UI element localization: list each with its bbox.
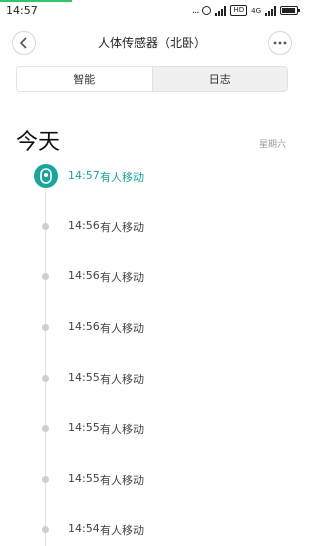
log-time: 14:54 (68, 522, 100, 535)
log-event: 有人移动 (100, 221, 144, 234)
timeline-dot (42, 375, 49, 382)
log-event: 有人移动 (100, 524, 144, 537)
tab-log[interactable]: 日志 (151, 67, 287, 91)
status-time: 14:57 (6, 4, 38, 17)
log-time: 14:55 (68, 371, 100, 384)
weekday-label: 星期六 (258, 140, 286, 150)
log-entry[interactable]: 14:56 有人移动 (0, 267, 304, 287)
log-time: 14:56 (68, 219, 100, 232)
day-heading: 今天 (16, 130, 61, 155)
log-time: 14:55 (68, 472, 100, 485)
log-time: 14:56 (68, 320, 100, 333)
timeline-dot (42, 223, 49, 230)
log-entry[interactable]: 14:55 有人移动 (0, 470, 304, 490)
status-bar: 14:57 ... HD 4G (0, 0, 304, 22)
log-entry[interactable]: 14:55 有人移动 (0, 369, 304, 389)
timeline-dot (42, 425, 49, 432)
chevron-left-icon (19, 37, 27, 49)
timeline-dot (42, 273, 49, 280)
timeline-dot (42, 324, 49, 331)
signal-icon (215, 5, 227, 16)
log-entry[interactable]: 14:54 有人移动 (0, 520, 304, 540)
log-entry[interactable]: 14:56 有人移动 (0, 318, 304, 338)
log-event: 有人移动 (100, 271, 144, 284)
more-button[interactable] (268, 31, 292, 55)
log-entry[interactable]: 14:56 有人移动 (0, 217, 304, 237)
status-dots: ... (191, 5, 199, 16)
log-event: 有人移动 (100, 171, 144, 184)
timeline-dot (42, 476, 49, 483)
timeline-dot (42, 526, 49, 533)
alarm-clock-icon (202, 6, 212, 15)
nav-bar: 人体传感器（北卧） (0, 22, 304, 62)
signal-icon-2 (265, 5, 276, 16)
log-time: 14:56 (68, 269, 100, 282)
battery-icon (280, 6, 300, 15)
log-time: 14:57 (68, 169, 100, 182)
hd-badge: HD (230, 5, 248, 16)
log-event: 有人移动 (100, 373, 144, 386)
log-time: 14:55 (68, 421, 100, 434)
log-event: 有人移动 (100, 474, 144, 487)
log-event: 有人移动 (100, 322, 144, 335)
more-dots-icon (273, 41, 287, 45)
page-title: 人体传感器（北卧） (97, 36, 206, 50)
tab-smart[interactable]: 智能 (17, 67, 152, 91)
log-event: 有人移动 (100, 423, 144, 436)
segmented-tabs: 智能 日志 (16, 66, 288, 92)
network-type: 4G (251, 6, 261, 15)
timeline-line (45, 186, 46, 546)
status-accent-bar (0, 0, 72, 2)
log-entry[interactable]: 14:55 有人移动 (0, 419, 304, 439)
status-icons: ... HD 4G (191, 5, 300, 16)
log-entry[interactable]: 14:57 有人移动 (0, 167, 304, 187)
back-button[interactable] (12, 31, 36, 55)
